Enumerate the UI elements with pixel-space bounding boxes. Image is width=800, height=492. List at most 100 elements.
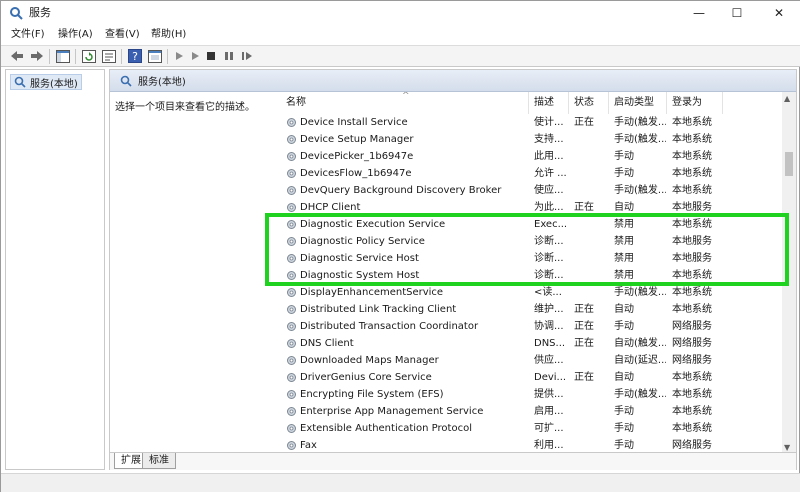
column-divider[interactable] — [722, 92, 723, 114]
start-alt-icon[interactable] — [187, 48, 203, 64]
service-gear-icon — [286, 168, 297, 179]
service-status: 正在 — [574, 202, 594, 213]
service-startup-type: 手动 — [614, 321, 634, 332]
tab-standard[interactable]: 标准 — [142, 453, 176, 469]
list-header: ^ 名称 描述 状态 启动类型 登录为 — [274, 92, 782, 114]
service-description: 诊断... — [534, 236, 564, 247]
close-button[interactable]: ✕ — [761, 1, 797, 25]
service-startup-type: 手动(触发... — [614, 287, 666, 298]
column-header-startup-type[interactable]: 启动类型 — [614, 97, 654, 109]
menu-action[interactable]: 操作(A) — [58, 28, 93, 42]
scroll-up-arrow-icon[interactable]: ▲ — [784, 94, 790, 103]
console-tree-icon[interactable] — [55, 48, 71, 64]
service-log-on-as: 本地系统 — [672, 406, 712, 417]
pause-service-icon[interactable] — [221, 48, 237, 64]
service-gear-icon — [286, 304, 297, 315]
service-description: 提供... — [534, 389, 564, 400]
start-service-icon[interactable] — [171, 48, 187, 64]
pane-header-label: 服务(本地) — [138, 77, 186, 88]
scroll-down-arrow-icon[interactable]: ▼ — [784, 443, 790, 452]
properties-icon[interactable] — [147, 48, 163, 64]
column-header-description[interactable]: 描述 — [534, 97, 554, 109]
pane-header: 服务(本地) — [110, 70, 796, 92]
table-row[interactable]: Diagnostic Execution Service Exec... 禁用 本地系… — [274, 216, 782, 233]
service-status: 正在 — [574, 304, 594, 315]
toolbar: ? — [1, 45, 800, 67]
column-divider[interactable] — [608, 92, 609, 114]
toolbar-divider — [49, 49, 50, 64]
service-startup-type: 自动(触发... — [614, 338, 666, 349]
scroll-thumb[interactable] — [785, 152, 793, 176]
maximize-button[interactable]: ☐ — [719, 1, 755, 25]
service-name: DevicePicker_1b6947e — [300, 151, 414, 162]
stop-service-icon[interactable] — [203, 48, 219, 64]
table-row[interactable]: Distributed Link Tracking Client 维护... 正在 自… — [274, 301, 782, 318]
table-row[interactable]: DHCP Client 为此... 正在 自动 本地服务 — [274, 199, 782, 216]
table-row[interactable]: Encrypting File System (EFS) 提供... 手动(触发..… — [274, 386, 782, 403]
services-detail-pane: 服务(本地) 选择一个项目来查看它的描述。 ^ 名称 描述 状态 启动类型 登录… — [109, 69, 797, 470]
table-row[interactable]: DevQuery Background Discovery Broker 使应..… — [274, 182, 782, 199]
service-log-on-as: 本地系统 — [672, 304, 712, 315]
service-gear-icon — [286, 202, 297, 213]
menu-help[interactable]: 帮助(H) — [151, 28, 186, 42]
service-description: Devi... — [534, 372, 567, 383]
service-name: DriverGenius Core Service — [300, 372, 432, 383]
table-row[interactable]: Diagnostic Service Host 诊断... 禁用 本地服务 — [274, 250, 782, 267]
table-row[interactable]: DevicePicker_1b6947e 此用... 手动 本地系统 — [274, 148, 782, 165]
table-row[interactable]: Device Install Service 使计... 正在 手动(触发... 本地系… — [274, 114, 782, 131]
column-header-name[interactable]: 名称 — [286, 97, 306, 109]
table-row[interactable]: DriverGenius Core Service Devi... 正在 自动 本地系统 — [274, 369, 782, 386]
service-name: DNS Client — [300, 338, 354, 349]
export-list-icon[interactable] — [101, 48, 117, 64]
service-name: Downloaded Maps Manager — [300, 355, 439, 366]
service-log-on-as: 本地服务 — [672, 236, 712, 247]
service-description: 协调... — [534, 321, 564, 332]
menu-view[interactable]: 查看(V) — [105, 28, 140, 42]
service-status: 正在 — [574, 321, 594, 332]
tree-item-services-local[interactable]: 服务(本地) — [10, 74, 82, 90]
table-row[interactable]: Downloaded Maps Manager 供应... 自动(延迟... 网络服务 — [274, 352, 782, 369]
title-bar: 服务 — ☐ ✕ — [1, 1, 800, 25]
service-description: 维护... — [534, 304, 564, 315]
menu-file[interactable]: 文件(F) — [11, 28, 45, 42]
table-row[interactable]: DisplayEnhancementService <读... 手动(触发... 本地… — [274, 284, 782, 301]
service-gear-icon — [286, 117, 297, 128]
table-row[interactable]: Diagnostic Policy Service 诊断... 禁用 本地服务 — [274, 233, 782, 250]
service-name: Diagnostic Execution Service — [300, 219, 446, 230]
vertical-scrollbar[interactable]: ▲ ▼ — [782, 92, 796, 454]
refresh-icon[interactable] — [81, 48, 97, 64]
column-header-log-on-as[interactable]: 登录为 — [672, 97, 702, 109]
service-log-on-as: 本地系统 — [672, 270, 712, 281]
service-status: 正在 — [574, 372, 594, 383]
table-row[interactable]: Distributed Transaction Coordinator 协调...… — [274, 318, 782, 335]
table-row[interactable]: Device Setup Manager 支持... 手动(触发... 本地系统 — [274, 131, 782, 148]
restart-service-icon[interactable] — [239, 48, 255, 64]
service-name: Fax — [300, 440, 317, 451]
table-row[interactable]: Diagnostic System Host 诊断... 禁用 本地系统 — [274, 267, 782, 284]
service-startup-type: 禁用 — [614, 270, 634, 281]
service-log-on-as: 本地系统 — [672, 134, 712, 145]
service-log-on-as: 本地系统 — [672, 168, 712, 179]
forward-arrow-icon[interactable] — [29, 48, 45, 64]
table-row[interactable]: Extensible Authentication Protocol 可扩... 手… — [274, 420, 782, 437]
service-description: 诊断... — [534, 270, 564, 281]
status-bar — [1, 473, 800, 492]
table-row[interactable]: DNS Client DNS... 正在 自动(触发... 网络服务 — [274, 335, 782, 352]
service-startup-type: 手动(触发... — [614, 117, 666, 128]
column-header-status[interactable]: 状态 — [574, 97, 594, 109]
column-divider[interactable] — [666, 92, 667, 114]
column-divider[interactable] — [528, 92, 529, 114]
help-icon[interactable]: ? — [127, 48, 143, 64]
service-startup-type: 手动 — [614, 406, 634, 417]
minimize-button[interactable]: — — [681, 1, 717, 25]
services-header-icon — [120, 75, 132, 87]
service-startup-type: 禁用 — [614, 219, 634, 230]
service-name: Enterprise App Management Service — [300, 406, 484, 417]
column-divider[interactable] — [568, 92, 569, 114]
service-name: Encrypting File System (EFS) — [300, 389, 444, 400]
back-arrow-icon[interactable] — [9, 48, 25, 64]
service-status: 正在 — [574, 338, 594, 349]
table-row[interactable]: Enterprise App Management Service 启用... 手动… — [274, 403, 782, 420]
service-gear-icon — [286, 151, 297, 162]
table-row[interactable]: DevicesFlow_1b6947e 允许 ... 手动 本地系统 — [274, 165, 782, 182]
